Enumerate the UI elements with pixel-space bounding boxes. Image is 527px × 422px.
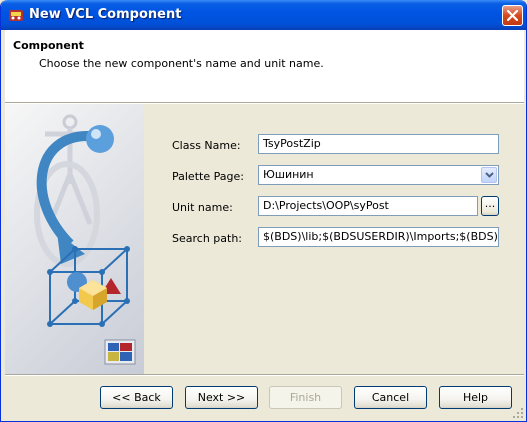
close-button[interactable]	[502, 5, 523, 26]
class-name-label: Class Name:	[172, 139, 241, 152]
next-button[interactable]: Next >>	[185, 386, 258, 409]
palette-page-label: Palette Page:	[172, 170, 244, 183]
header-subtitle: Choose the new component's name and unit…	[39, 57, 324, 70]
chevron-down-icon	[485, 172, 494, 178]
back-button[interactable]: << Back	[100, 386, 173, 409]
help-button[interactable]: Help	[439, 386, 512, 409]
browse-button[interactable]: ...	[481, 196, 499, 216]
unit-name-input[interactable]: D:\Projects\OOP\syPost	[258, 196, 478, 216]
palette-page-value: Юшинин	[263, 168, 314, 181]
window-title: New VCL Component	[29, 7, 182, 22]
footer-divider-highlight	[5, 375, 524, 376]
resize-grip-icon[interactable]	[512, 407, 524, 419]
finish-button[interactable]: Finish	[269, 386, 342, 409]
palette-page-combo[interactable]: Юшинин	[258, 165, 499, 185]
unit-name-label: Unit name:	[172, 201, 233, 214]
header-title: Component	[13, 39, 84, 52]
palette-page-dropdown-button[interactable]	[481, 167, 497, 183]
component-app-icon	[9, 10, 23, 21]
search-path-input[interactable]: $(BDS)\lib;$(BDSUSERDIR)\Imports;$(BDS)\…	[258, 227, 499, 247]
dialog-window: New VCL Component Component Choose the n…	[0, 0, 527, 422]
wizard-illustration	[5, 104, 144, 374]
component-cube-illustration	[34, 114, 136, 365]
class-name-input[interactable]: TsyPostZip	[258, 134, 499, 154]
close-icon	[507, 10, 518, 21]
title-bar[interactable]: New VCL Component	[1, 0, 526, 30]
cancel-button[interactable]: Cancel	[354, 386, 427, 409]
search-path-label: Search path:	[172, 232, 243, 245]
wizard-header: Component Choose the new component's nam…	[5, 30, 524, 102]
